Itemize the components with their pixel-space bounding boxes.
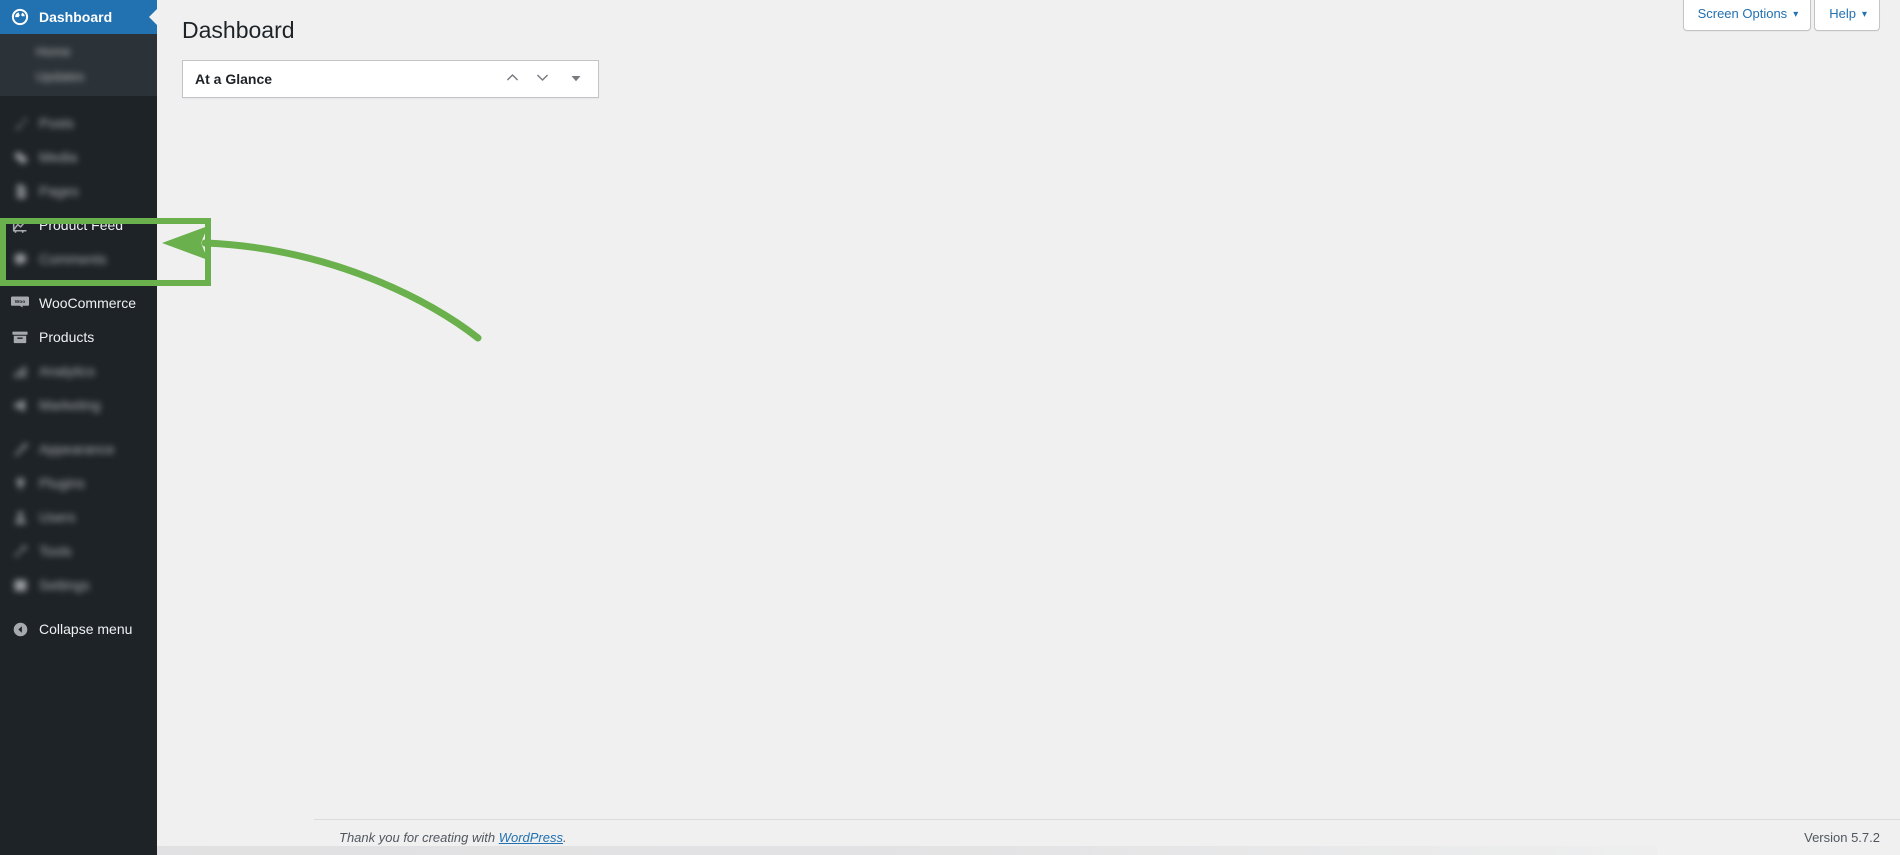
sidebar-item-settings[interactable]: Settings [0,568,157,602]
woocommerce-icon: Woo [10,293,30,313]
sidebar-item-plugins[interactable]: Plugins [0,466,157,500]
widget-header: At a Glance [183,61,598,97]
screen-options-button[interactable]: Screen Options ▾ [1682,0,1812,31]
menu-separator [0,602,157,612]
footer-thanks-suffix: . [563,830,567,845]
bar-chart-icon [10,361,30,381]
sidebar-item-label: Tools [39,543,72,559]
help-button[interactable]: Help ▾ [1814,0,1880,31]
submenu-item-updates[interactable]: Updates [0,64,157,89]
media-icon [10,147,30,167]
menu-separator [0,276,157,286]
main-content-area: Screen Options ▾ Help ▾ Dashboard At a Gla… [157,0,1900,855]
screen-options-label: Screen Options [1697,6,1788,21]
sidebar-item-label: Comments [39,251,107,267]
footer-thanks-prefix: Thank you for creating with [339,830,499,845]
wordpress-admin-screen: Dashboard Home Updates Posts Media Pages… [0,0,1900,855]
help-label: Help [1829,6,1856,21]
sidebar-item-label: Marketing [39,397,101,413]
sidebar-item-label: Product Feed [39,217,124,233]
sidebar-item-label: Products [39,329,95,345]
plug-icon [10,473,30,493]
menu-separator [0,96,157,106]
horizontal-scrollbar[interactable] [157,846,1657,855]
page-icon [10,181,30,201]
paintbrush-icon [10,439,30,459]
sidebar-item-product-feed[interactable]: Product Feed [0,208,157,242]
pin-icon [10,113,30,133]
sidebar-item-marketing[interactable]: Marketing [0,388,157,422]
sidebar-item-label: Dashboard [39,9,113,25]
sidebar-item-label: Media [39,149,78,165]
dashboard-submenu: Home Updates [0,34,157,96]
chevron-down-icon: ▾ [1861,9,1867,20]
sidebar-item-label: Analytics [39,363,96,379]
sliders-icon [10,575,30,595]
sidebar-item-products[interactable]: Products [0,320,157,354]
sidebar-item-dashboard[interactable]: Dashboard [0,0,157,34]
menu-separator [0,422,157,432]
footer-thankyou: Thank you for creating with WordPress. [339,830,1804,845]
sidebar-item-tools[interactable]: Tools [0,534,157,568]
wordpress-link[interactable]: WordPress [499,830,563,845]
sidebar-item-label: WooCommerce [39,295,136,311]
sidebar-item-label: Settings [39,577,90,593]
chevron-up-icon [504,69,521,89]
screen-meta-links: Screen Options ▾ Help ▾ [1682,0,1880,31]
sidebar-item-analytics[interactable]: Analytics [0,354,157,388]
admin-sidebar: Dashboard Home Updates Posts Media Pages… [0,0,157,855]
toggle-panel-button[interactable] [562,61,590,97]
megaphone-icon [10,395,30,415]
collapse-menu-label: Collapse menu [39,621,133,637]
sidebar-item-media[interactable]: Media [0,140,157,174]
collapse-menu-button[interactable]: Collapse menu [0,612,157,646]
widget-handle-actions [498,61,598,97]
chevron-down-icon: ▾ [1793,9,1799,20]
collapse-arrow-icon [10,619,30,639]
page-title: Dashboard [182,17,295,43]
at-a-glance-widget: At a Glance [182,60,599,98]
sidebar-item-label: Pages [39,183,79,199]
chevron-down-icon [534,69,551,89]
user-icon [10,507,30,527]
sidebar-item-pages[interactable]: Pages [0,174,157,208]
sidebar-item-label: Appearance [39,441,115,457]
sidebar-item-label: Users [39,509,76,525]
hammer-icon [10,541,30,561]
sidebar-item-comments[interactable]: Comments [0,242,157,276]
widget-title: At a Glance [195,71,273,87]
triangle-down-icon [570,72,582,87]
sidebar-item-label: Posts [39,115,75,131]
move-up-button[interactable] [498,61,526,97]
sidebar-item-label: Plugins [39,475,85,491]
move-down-button[interactable] [528,61,556,97]
sidebar-item-woocommerce[interactable]: Woo WooCommerce [0,286,157,320]
chart-line-icon [10,215,30,235]
submenu-item-home[interactable]: Home [0,39,157,64]
svg-text:Woo: Woo [15,299,26,305]
comment-icon [10,249,30,269]
dashboard-icon [10,7,30,27]
sidebar-item-posts[interactable]: Posts [0,106,157,140]
sidebar-item-users[interactable]: Users [0,500,157,534]
products-box-icon [10,327,30,347]
sidebar-item-appearance[interactable]: Appearance [0,432,157,466]
footer-version: Version 5.7.2 [1804,830,1880,845]
